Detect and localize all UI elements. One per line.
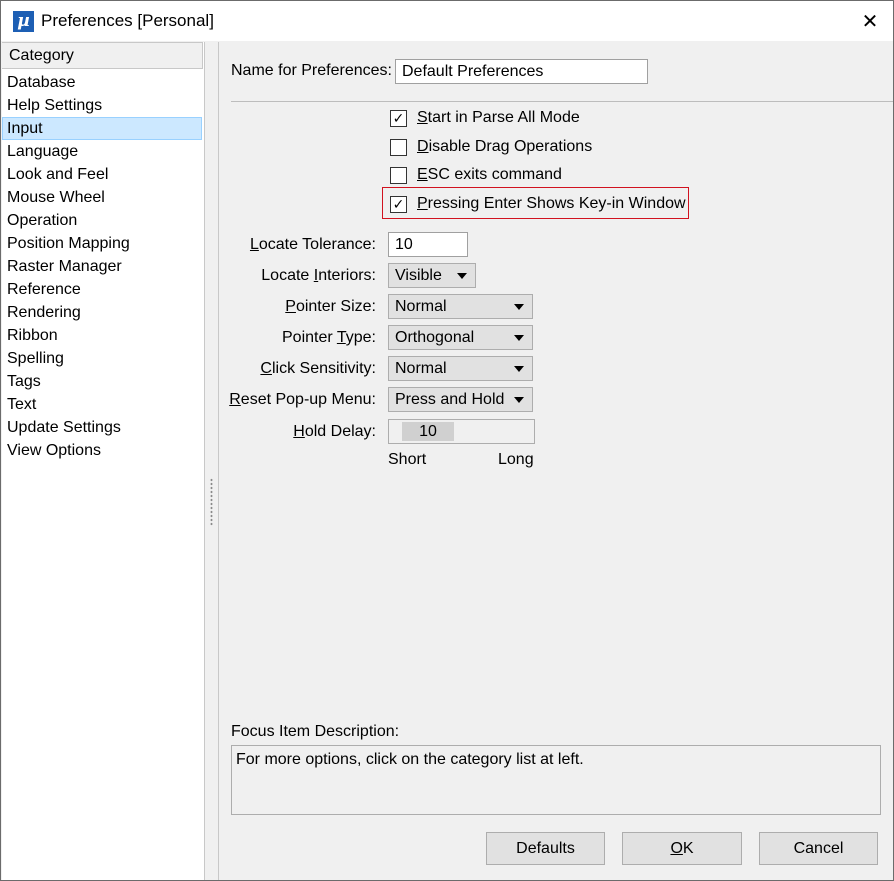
sidebar-item-tags[interactable]: Tags xyxy=(2,370,202,393)
chevron-down-icon xyxy=(514,304,524,310)
focus-item-label: Focus Item Description: xyxy=(231,723,400,740)
category-sidebar: Category Database Help Settings Input Langu… xyxy=(2,42,205,880)
locate-tolerance-label: Locate Tolerance: xyxy=(249,236,376,253)
sidebar-item-position-mapping[interactable]: Position Mapping xyxy=(2,232,202,255)
sidebar-item-raster-manager[interactable]: Raster Manager xyxy=(2,255,202,278)
pointer-type-select[interactable]: Orthogonal xyxy=(388,325,533,350)
hold-delay-min-label: Short xyxy=(388,451,427,468)
esc-exits-checkbox-row[interactable]: ESC exits command xyxy=(390,164,562,186)
name-label: Name for Preferences: xyxy=(231,62,392,79)
sidebar-item-input[interactable]: Input xyxy=(2,117,202,140)
window-title: Preferences [Personal] xyxy=(41,11,214,30)
esc-exits-checkbox[interactable] xyxy=(390,166,407,184)
reset-popup-select[interactable]: Press and Hold xyxy=(388,387,533,412)
title-bar: µ Preferences [Personal] ✕ xyxy=(1,1,893,41)
sidebar-item-text[interactable]: Text xyxy=(2,393,202,416)
focus-item-description: For more options, click on the category … xyxy=(231,745,881,815)
sidebar-item-mouse-wheel[interactable]: Mouse Wheel xyxy=(2,186,202,209)
sidebar-item-rendering[interactable]: Rendering xyxy=(2,301,202,324)
pointer-size-label: Pointer Size: xyxy=(285,298,376,315)
hold-delay-max-label: Long xyxy=(498,451,534,468)
close-icon[interactable]: ✕ xyxy=(847,1,893,41)
hold-delay-slider[interactable]: 10 xyxy=(388,419,535,444)
app-logo-icon: µ xyxy=(13,11,34,32)
pointer-type-label: Pointer Type: xyxy=(282,329,376,346)
name-input[interactable]: Default Preferences xyxy=(395,59,648,84)
esc-exits-label: ESC exits command xyxy=(417,166,562,183)
pointer-size-select[interactable]: Normal xyxy=(388,294,533,319)
chevron-down-icon xyxy=(457,273,467,279)
disable-drag-label: Disable Drag Operations xyxy=(417,138,593,155)
start-parse-all-checkbox-row[interactable]: ✓ Start in Parse All Mode xyxy=(390,107,580,129)
chevron-down-icon xyxy=(514,366,524,372)
category-header[interactable]: Category xyxy=(2,42,203,69)
divider xyxy=(231,101,893,102)
sidebar-item-spelling[interactable]: Spelling xyxy=(2,347,202,370)
preferences-dialog: µ Preferences [Personal] ✕ Category Data… xyxy=(0,0,894,881)
locate-interiors-select[interactable]: Visible xyxy=(388,263,476,288)
chevron-down-icon xyxy=(514,335,524,341)
sidebar-item-update-settings[interactable]: Update Settings xyxy=(2,416,202,439)
chevron-down-icon xyxy=(514,397,524,403)
sidebar-item-reference[interactable]: Reference xyxy=(2,278,202,301)
locate-interiors-label: Locate Interiors: xyxy=(261,267,376,284)
defaults-button[interactable]: Defaults xyxy=(486,832,605,865)
sidebar-item-language[interactable]: Language xyxy=(2,140,202,163)
hold-delay-label: Hold Delay: xyxy=(293,423,376,440)
sidebar-item-ribbon[interactable]: Ribbon xyxy=(2,324,202,347)
locate-tolerance-input[interactable]: 10 xyxy=(388,232,468,257)
sidebar-item-view-options[interactable]: View Options xyxy=(2,439,202,462)
sidebar-item-look-and-feel[interactable]: Look and Feel xyxy=(2,163,202,186)
reset-popup-label: Reset Pop-up Menu: xyxy=(229,391,376,408)
highlight-box xyxy=(382,187,689,219)
pane-splitter[interactable] xyxy=(205,42,219,880)
disable-drag-checkbox[interactable] xyxy=(390,138,407,156)
sidebar-item-help-settings[interactable]: Help Settings xyxy=(2,94,202,117)
sidebar-item-operation[interactable]: Operation xyxy=(2,209,202,232)
start-parse-all-checkbox[interactable]: ✓ xyxy=(390,109,407,127)
hold-delay-slider-thumb[interactable]: 10 xyxy=(402,422,454,441)
cancel-button[interactable]: Cancel xyxy=(759,832,878,865)
category-list: Database Help Settings Input Language Look a… xyxy=(2,71,202,462)
click-sensitivity-label: Click Sensitivity: xyxy=(260,360,376,377)
sidebar-item-database[interactable]: Database xyxy=(2,71,202,94)
main-panel: Name for Preferences: Default Preference… xyxy=(220,42,893,880)
splitter-grip-icon xyxy=(210,478,213,526)
disable-drag-checkbox-row[interactable]: Disable Drag Operations xyxy=(390,136,592,158)
ok-button[interactable]: OK xyxy=(622,832,742,865)
start-parse-all-label: Start in Parse All Mode xyxy=(417,109,580,126)
click-sensitivity-select[interactable]: Normal xyxy=(388,356,533,381)
